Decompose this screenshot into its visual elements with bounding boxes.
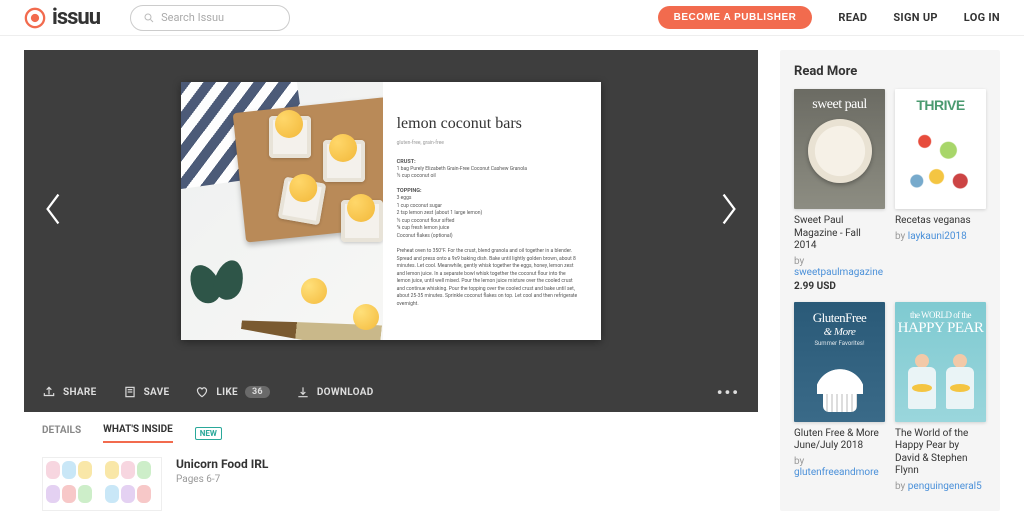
crust-heading: CRUST:: [397, 158, 579, 166]
nav-read[interactable]: READ: [838, 11, 867, 24]
more-button[interactable]: •••: [717, 383, 740, 402]
logo[interactable]: issuu: [24, 5, 100, 30]
cover-label: sweet paul: [812, 97, 866, 113]
whats-inside-item[interactable]: Unicorn Food IRL Pages 6-7: [24, 451, 758, 511]
tab-whats-inside[interactable]: WHAT'S INSIDE: [103, 424, 173, 443]
related-byline: by glutenfreeandmore: [794, 456, 885, 478]
related-title[interactable]: The World of the Happy Pear by David & S…: [895, 428, 986, 478]
related-card: THRIVE Recetas veganas by laykauni2018: [895, 89, 986, 292]
related-cover[interactable]: the WORLD of theHAPPY PEAR: [895, 302, 986, 422]
related-author-link[interactable]: sweetpaulmagazine: [794, 267, 883, 278]
related-title[interactable]: Sweet Paul Magazine - Fall 2014: [794, 215, 885, 253]
topping-heading: TOPPING:: [397, 187, 579, 195]
related-author-link[interactable]: glutenfreeandmore: [794, 467, 879, 478]
search-icon: [143, 12, 155, 24]
search-placeholder: Search Issuu: [161, 11, 224, 24]
related-byline: by sweetpaulmagazine: [794, 256, 885, 278]
crust-body: 1 bag Purely Elizabeth Grain-Free Coconu…: [397, 166, 579, 181]
document-reader[interactable]: lemon coconut bars gluten-free, grain-fr…: [24, 50, 758, 372]
inside-thumbnail: [42, 457, 162, 511]
save-label: SAVE: [144, 387, 170, 398]
tabs: DETAILS WHAT'S INSIDE NEW: [24, 412, 758, 451]
share-button[interactable]: SHARE: [42, 385, 97, 399]
sidebar: Read More sweet paul Sweet Paul Magazine…: [780, 50, 1000, 511]
like-label: LIKE: [216, 387, 238, 398]
become-publisher-button[interactable]: BECOME A PUBLISHER: [658, 6, 813, 29]
prev-page-button[interactable]: [32, 181, 74, 241]
cover-label-2: & More: [824, 326, 856, 338]
chevron-left-icon: [42, 191, 64, 227]
download-button[interactable]: DOWNLOAD: [296, 385, 374, 399]
related-cover[interactable]: sweet paul: [794, 89, 885, 209]
related-author-link[interactable]: penguingeneral5: [908, 481, 982, 492]
page-spread: lemon coconut bars gluten-free, grain-fr…: [181, 82, 601, 340]
nav-signup[interactable]: SIGN UP: [893, 11, 937, 24]
inside-title: Unicorn Food IRL: [176, 457, 268, 471]
share-label: SHARE: [63, 387, 97, 398]
share-icon: [42, 385, 56, 399]
inside-pages: Pages 6-7: [176, 474, 268, 485]
related-card: sweet paul Sweet Paul Magazine - Fall 20…: [794, 89, 885, 292]
badge-new: NEW: [195, 427, 222, 440]
cover-sub: Summer Favorites!: [814, 340, 864, 347]
related-price: 2.99 USD: [794, 281, 885, 292]
related-byline: by laykauni2018: [895, 231, 986, 242]
chevron-right-icon: [718, 191, 740, 227]
page-left-photo: [181, 82, 383, 340]
recipe-title: lemon coconut bars: [397, 112, 579, 136]
cover-label: THRIVE: [916, 97, 964, 113]
related-title[interactable]: Gluten Free & More June/July 2018: [794, 428, 885, 453]
related-cover[interactable]: GlutenFree & More Summer Favorites!: [794, 302, 885, 422]
download-icon: [296, 385, 310, 399]
related-byline: by penguingeneral5: [895, 481, 986, 492]
recipe-subtitle: gluten-free, grain-free: [397, 140, 579, 148]
tab-details[interactable]: DETAILS: [42, 425, 81, 442]
like-count: 36: [245, 386, 270, 398]
heart-icon: [195, 385, 209, 399]
sidebar-heading: Read More: [794, 64, 986, 79]
recipe-method: Preheat oven to 350°F. For the crust, bl…: [397, 248, 579, 308]
top-bar: issuu Search Issuu BECOME A PUBLISHER RE…: [0, 0, 1024, 36]
related-author-link[interactable]: laykauni2018: [908, 231, 967, 242]
topping-body: 3 eggs 1 cup coconut sugar 2 tsp lemon z…: [397, 195, 579, 240]
nav-login[interactable]: LOG IN: [964, 11, 1000, 24]
related-card: the WORLD of theHAPPY PEAR The World of …: [895, 302, 986, 492]
related-card: GlutenFree & More Summer Favorites! Glut…: [794, 302, 885, 492]
related-cover[interactable]: THRIVE: [895, 89, 986, 209]
logo-icon: [24, 7, 46, 29]
save-button[interactable]: SAVE: [123, 385, 170, 399]
search-input[interactable]: Search Issuu: [130, 5, 290, 31]
related-title[interactable]: Recetas veganas: [895, 215, 986, 228]
like-button[interactable]: LIKE 36: [195, 385, 269, 399]
action-bar: SHARE SAVE LIKE 36 DOWNLOAD •••: [24, 372, 758, 412]
download-label: DOWNLOAD: [317, 387, 374, 398]
page-right-recipe: lemon coconut bars gluten-free, grain-fr…: [383, 82, 601, 340]
logo-text: issuu: [52, 5, 100, 30]
cover-label: the WORLD of theHAPPY PEAR: [898, 310, 984, 338]
next-page-button[interactable]: [708, 181, 750, 241]
save-icon: [123, 385, 137, 399]
cover-label: GlutenFree: [813, 310, 866, 326]
